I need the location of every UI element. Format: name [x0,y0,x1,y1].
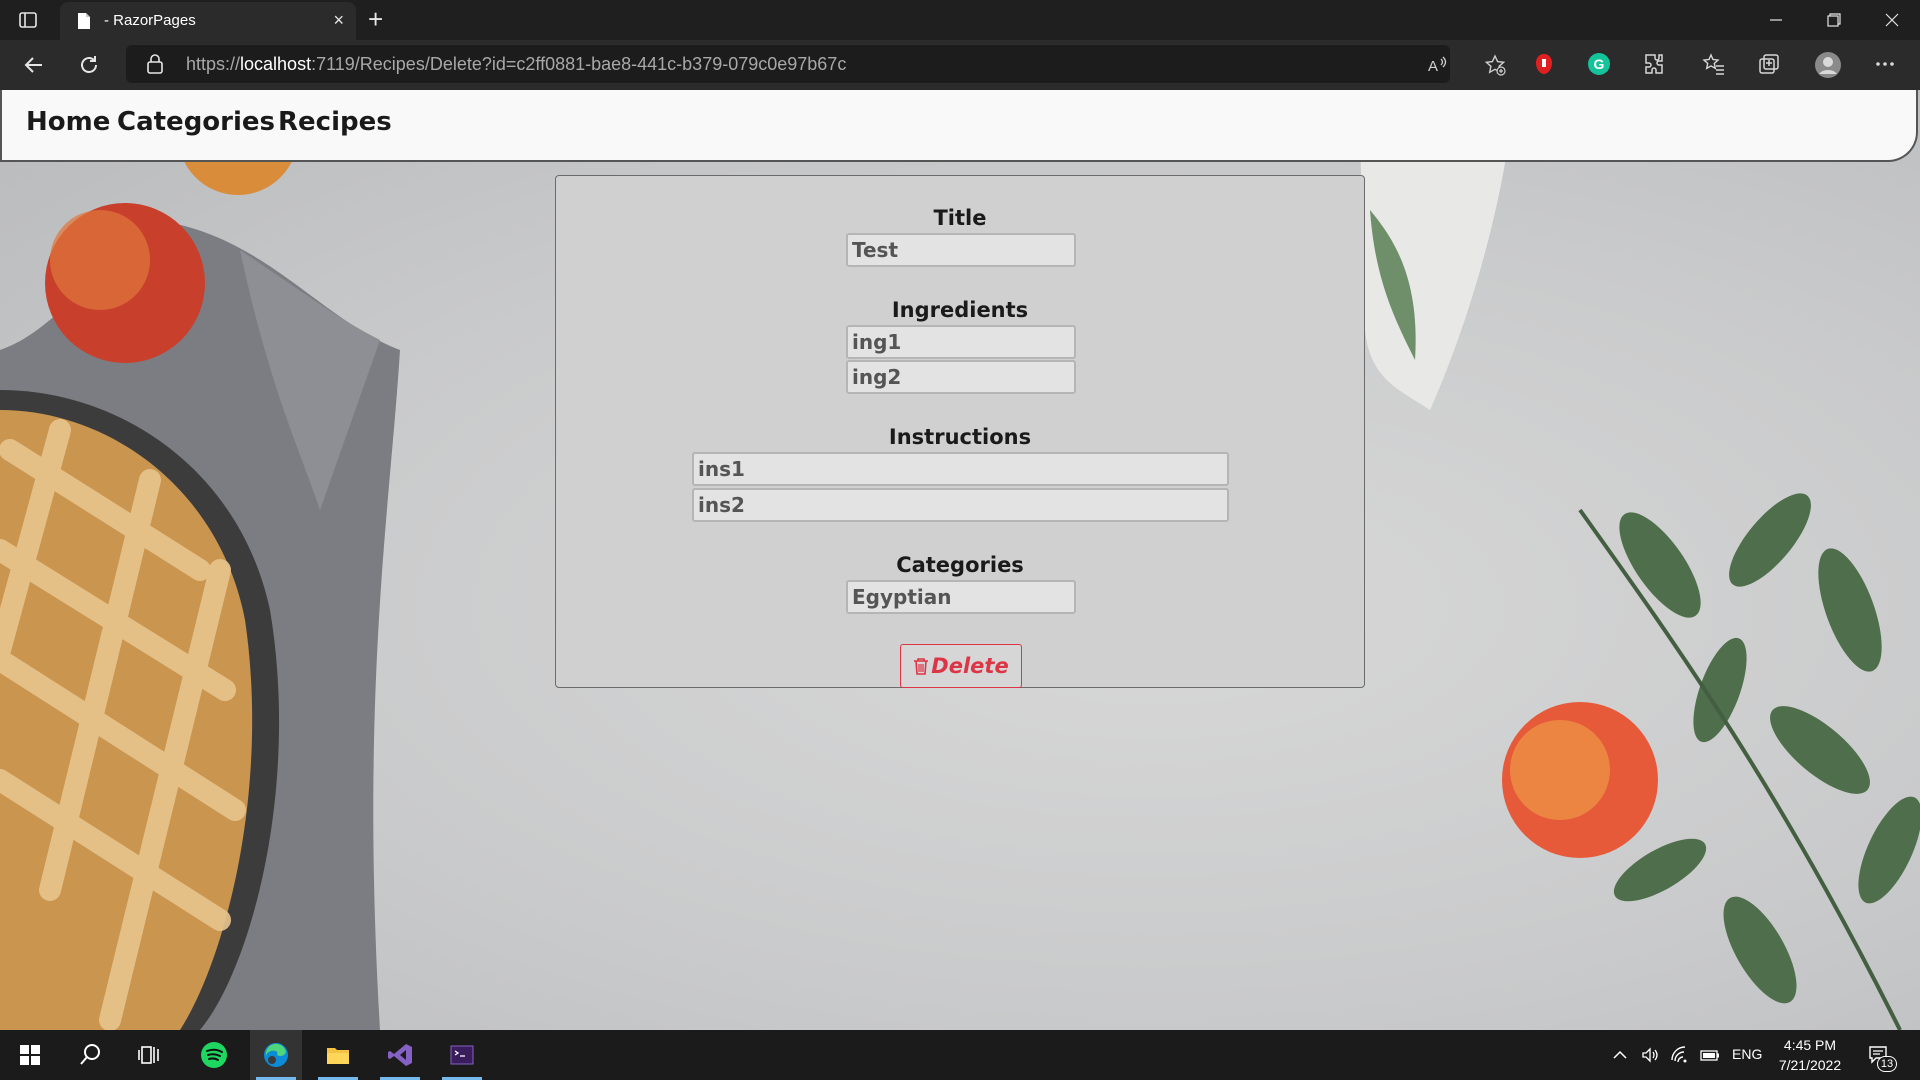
delete-button[interactable]: Delete [900,644,1022,688]
url-path: :7119/Recipes/Delete?id=c2ff0881-bae8-44… [311,54,847,74]
edge-browser-icon[interactable] [250,1030,302,1080]
clock-time: 4:45 PM [1783,1037,1837,1053]
collections-icon[interactable] [1757,52,1781,76]
visual-studio-icon[interactable] [374,1030,426,1080]
refresh-icon[interactable] [77,53,101,77]
close-tab-icon[interactable]: × [333,10,344,31]
windows-start-icon[interactable] [4,1030,56,1080]
notification-count-badge: 13 [1877,1056,1897,1072]
site-navbar: Home Categories Recipes [0,90,1918,162]
url-text[interactable]: https://localhost:7119/Recipes/Delete?id… [186,54,846,75]
battery-icon[interactable] [1700,1045,1720,1065]
task-view-icon[interactable] [124,1030,176,1080]
categories-label: Categories [896,553,1024,577]
page-viewport: Home Categories Recipes Title Test Ingre… [0,90,1920,1030]
page-favicon-icon [74,11,94,31]
url-host: localhost [240,54,312,74]
ingredients-label: Ingredients [891,298,1029,322]
delete-recipe-card: Title Test Ingredients ing1 ing2 Instruc… [555,175,1365,688]
read-aloud-icon[interactable]: A [1426,54,1448,76]
more-options-icon[interactable] [1873,52,1897,76]
title-label: Title [933,206,987,230]
title-field[interactable]: Test [846,233,1076,267]
ingredient-field-1[interactable]: ing1 [846,325,1076,359]
profile-avatar-icon[interactable] [1814,51,1842,79]
wifi-icon[interactable] [1670,1045,1690,1065]
grammarly-icon[interactable]: G [1587,52,1611,76]
terminal-icon[interactable] [436,1030,488,1080]
tab-title: - RazorPages [104,12,196,29]
nav-link-recipes[interactable]: Recipes [278,107,392,137]
clock-date: 7/21/2022 [1778,1057,1842,1073]
browser-toolbar: https://localhost:7119/Recipes/Delete?id… [0,40,1920,90]
search-icon[interactable] [64,1030,116,1080]
nav-link-categories[interactable]: Categories [117,107,275,137]
file-explorer-icon[interactable] [312,1030,364,1080]
address-bar[interactable]: https://localhost:7119/Recipes/Delete?id… [126,45,1506,83]
system-clock[interactable]: 4:45 PM 7/21/2022 [1770,1035,1850,1075]
tab-actions-icon[interactable] [18,10,42,30]
restore-icon[interactable] [1806,0,1862,40]
instruction-field-1[interactable]: ins1 [692,452,1229,486]
show-hidden-icons-chevron-icon[interactable] [1610,1045,1630,1065]
favorites-icon[interactable] [1702,52,1726,76]
extension-red-icon[interactable] [1532,52,1556,76]
svg-text:G: G [1594,56,1605,72]
new-tab-button[interactable]: + [368,4,383,34]
extensions-icon[interactable] [1642,52,1666,76]
nav-link-home[interactable]: Home [26,107,110,137]
back-arrow-icon[interactable] [22,53,46,77]
add-favorite-icon[interactable] [1484,54,1506,76]
spotify-icon[interactable] [188,1030,240,1080]
category-field[interactable]: Egyptian [846,580,1076,614]
lock-icon[interactable] [146,54,164,74]
language-indicator[interactable]: ENG [1732,1046,1762,1062]
instruction-field-2[interactable]: ins2 [692,488,1229,522]
close-window-icon[interactable] [1864,0,1920,40]
svg-text:A: A [1428,58,1438,75]
volume-icon[interactable] [1640,1045,1660,1065]
trash-icon [914,658,929,675]
browser-tab[interactable]: - RazorPages × [60,2,356,40]
ingredient-field-2[interactable]: ing2 [846,360,1076,394]
windows-taskbar: ENG 4:45 PM 7/21/2022 13 [0,1030,1920,1080]
browser-tab-strip: - RazorPages × + [0,0,1920,40]
instructions-label: Instructions [888,425,1032,449]
minimize-icon[interactable] [1748,0,1804,40]
url-protocol: https:// [186,54,241,74]
delete-button-label: Delete [931,654,1009,678]
